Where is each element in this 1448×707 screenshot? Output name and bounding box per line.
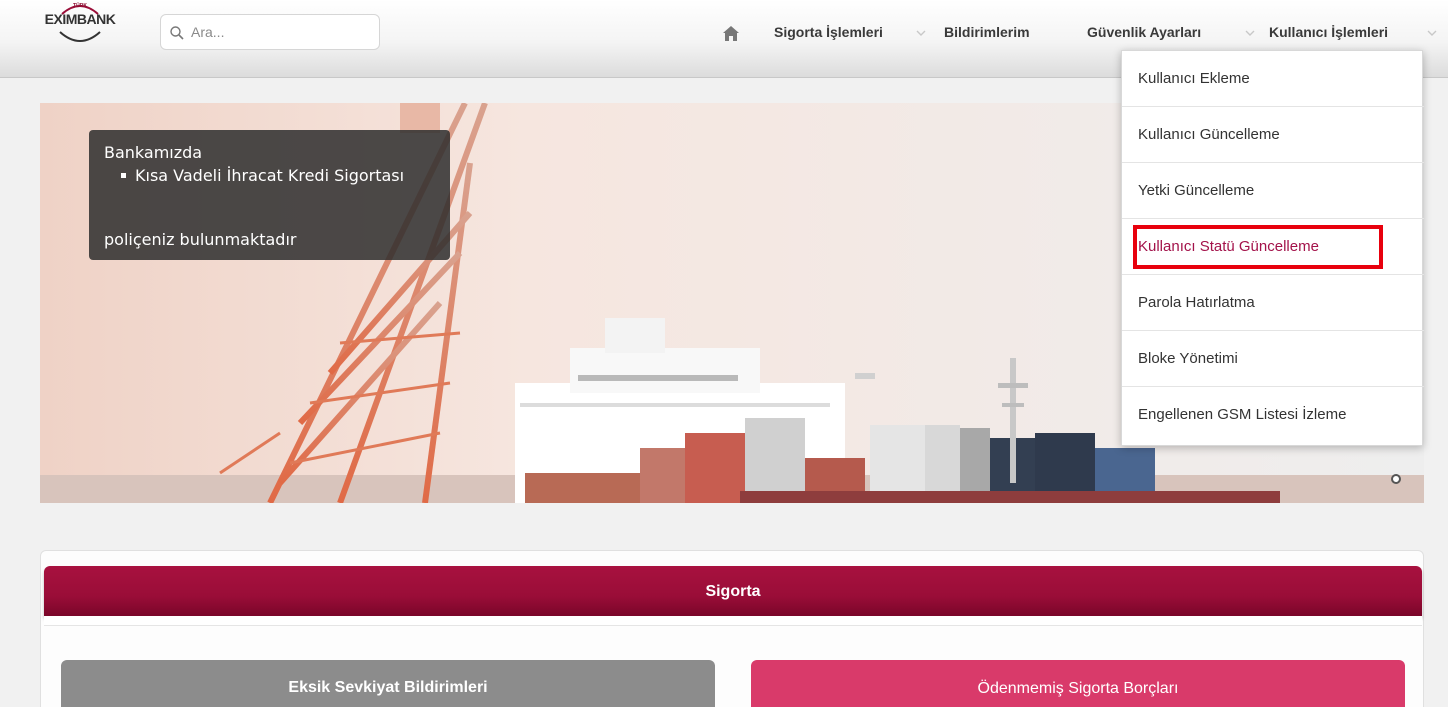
menu-item-engellenen-gsm-listesi[interactable]: Engellenen GSM Listesi İzleme xyxy=(1122,387,1424,443)
nav-sigorta-islemleri[interactable]: Sigorta İşlemleri xyxy=(774,24,883,40)
menu-item-parola-hatirlatma[interactable]: Parola Hatırlatma xyxy=(1122,275,1424,331)
nav-bildirimlerim[interactable]: Bildirimlerim xyxy=(944,24,1030,40)
nav-guvenlik-ayarlari[interactable]: Güvenlik Ayarları xyxy=(1087,24,1201,40)
info-footer: poliçeniz bulunmaktadır xyxy=(104,230,297,249)
menu-item-yetki-guncelleme[interactable]: Yetki Güncelleme xyxy=(1122,163,1424,219)
logo-text: EXIMBANK xyxy=(44,11,116,27)
eksik-sevkiyat-label: Eksik Sevkiyat Bildirimleri xyxy=(288,679,488,696)
logo-small-text: TÜRK xyxy=(73,3,87,9)
nav-kullanici-islemleri[interactable]: Kullanıcı İşlemleri xyxy=(1269,24,1388,40)
search-icon[interactable] xyxy=(169,25,185,41)
chevron-down-icon xyxy=(1427,30,1437,36)
info-title: Bankamızda xyxy=(104,143,203,162)
sigorta-divider xyxy=(44,616,1422,626)
sigorta-header-bar: Sigorta xyxy=(44,566,1422,616)
home-icon[interactable] xyxy=(722,24,740,42)
policy-info-box: Bankamızda Kısa Vadeli İhracat Kredi Sig… xyxy=(89,130,450,260)
menu-item-kullanici-guncelleme[interactable]: Kullanıcı Güncelleme xyxy=(1122,107,1424,163)
chevron-down-icon xyxy=(1245,30,1255,36)
odenmemis-borclar-card[interactable]: Ödenmemiş Sigorta Borçları xyxy=(751,660,1405,707)
search-input[interactable] xyxy=(191,16,371,48)
menu-item-kullanici-ekleme[interactable]: Kullanıcı Ekleme xyxy=(1122,51,1424,107)
chevron-down-icon xyxy=(916,30,926,36)
eximbank-logo[interactable]: TÜRK EXIMBANK xyxy=(38,2,122,46)
info-bullet-item: Kısa Vadeli İhracat Kredi Sigortası xyxy=(121,164,425,187)
search-box xyxy=(160,14,380,50)
sigorta-title: Sigorta xyxy=(705,583,761,600)
eksik-sevkiyat-card[interactable]: Eksik Sevkiyat Bildirimleri xyxy=(61,660,715,707)
highlight-annotation-box xyxy=(1133,225,1383,269)
menu-item-bloke-yonetimi[interactable]: Bloke Yönetimi xyxy=(1122,331,1424,387)
slider-pagination-dot[interactable] xyxy=(1391,474,1401,484)
odenmemis-borclar-label: Ödenmemiş Sigorta Borçları xyxy=(977,680,1179,697)
